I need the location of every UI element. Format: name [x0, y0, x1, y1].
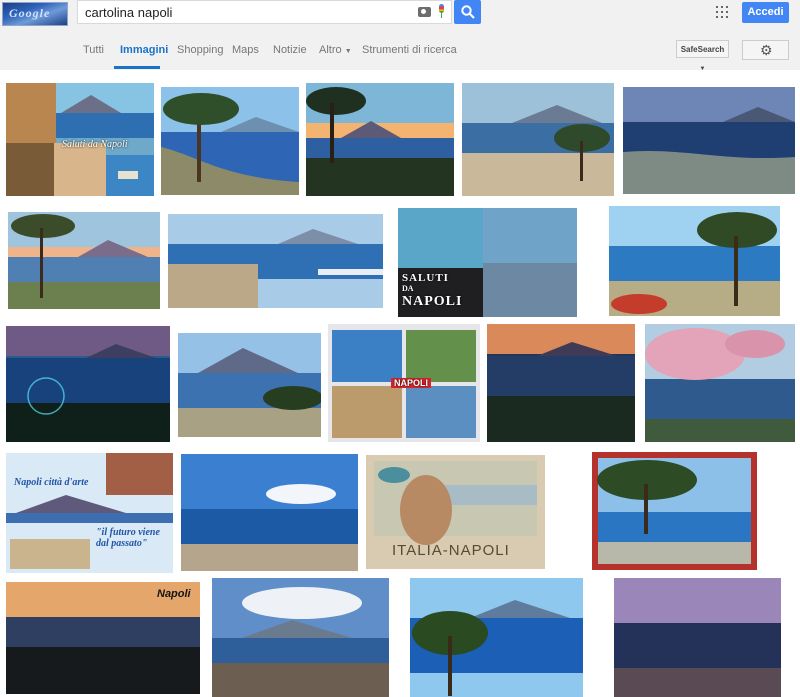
image-result[interactable]: Napoli città d'arte "il futuro viene dal… [6, 453, 173, 573]
gear-icon: ⚙ [760, 42, 773, 58]
search-icon [461, 5, 475, 19]
image-result[interactable] [306, 83, 454, 196]
signin-button[interactable]: Accedi [742, 2, 789, 23]
image-result[interactable] [6, 326, 170, 442]
image-result[interactable] [181, 454, 358, 571]
tab-news[interactable]: Notizie [273, 44, 307, 56]
camera-icon[interactable] [418, 7, 431, 17]
caption: Saluti da Napoli [62, 139, 128, 150]
chevron-down-icon: ▼ [344, 48, 352, 55]
safesearch-label: SafeSearch [680, 45, 725, 54]
image-result[interactable] [161, 87, 299, 195]
caption: Napoli città d'arte [14, 477, 89, 488]
search-box[interactable]: cartolina napoli [77, 0, 452, 24]
image-result[interactable]: Saluti da Napoli [6, 83, 154, 196]
image-result[interactable] [614, 578, 781, 697]
tab-all[interactable]: Tutti [83, 44, 104, 56]
top-bar: Google cartolina napoli Accedi [0, 0, 800, 28]
tab-more-label: Altro [319, 44, 342, 56]
image-result[interactable] [8, 212, 160, 309]
image-results-grid: Saluti da Napoli SALUTI DA NAPOLI NAPOLI… [0, 70, 800, 697]
safesearch-dropdown[interactable]: SafeSearch ▼ [676, 40, 729, 72]
image-result[interactable]: Napoli [6, 582, 200, 694]
tab-more[interactable]: Altro ▼ [319, 44, 352, 56]
caption: NAPOLI [402, 294, 463, 309]
caption: "il futuro viene dal passato" [96, 527, 160, 549]
caption: ITALIA-NAPOLI [392, 542, 510, 559]
google-logo[interactable]: Google [2, 2, 68, 26]
image-result[interactable] [212, 578, 389, 697]
image-result[interactable] [609, 206, 780, 316]
microphone-icon[interactable] [437, 4, 445, 19]
tab-images[interactable]: Immagini [120, 44, 168, 56]
settings-button[interactable]: ⚙ [742, 40, 789, 60]
caption: SALUTI [402, 272, 449, 284]
caption: Napoli [157, 588, 191, 600]
image-result[interactable] [623, 87, 795, 194]
apps-grid-icon[interactable] [716, 6, 728, 18]
image-result[interactable] [487, 324, 635, 442]
search-nav: Tutti Immagini Shopping Maps Notizie Alt… [0, 34, 800, 72]
image-result[interactable]: ITALIA-NAPOLI [366, 455, 545, 569]
search-input[interactable]: cartolina napoli [85, 5, 172, 20]
image-result[interactable]: NAPOLI [328, 324, 480, 442]
image-result[interactable] [462, 83, 614, 196]
image-result[interactable] [178, 333, 321, 437]
search-button[interactable] [454, 0, 481, 24]
caption: DA [402, 284, 414, 293]
image-result[interactable] [645, 324, 795, 442]
image-result[interactable] [410, 578, 583, 697]
tab-search-tools[interactable]: Strumenti di ricerca [362, 44, 457, 56]
image-result[interactable] [592, 452, 757, 570]
image-result[interactable]: SALUTI DA NAPOLI [398, 208, 577, 317]
caption: NAPOLI [391, 378, 432, 388]
logo-text: Google [9, 6, 51, 20]
tab-maps[interactable]: Maps [232, 44, 259, 56]
active-tab-indicator [114, 66, 160, 69]
tab-shopping[interactable]: Shopping [177, 44, 224, 56]
image-result[interactable] [168, 214, 383, 308]
